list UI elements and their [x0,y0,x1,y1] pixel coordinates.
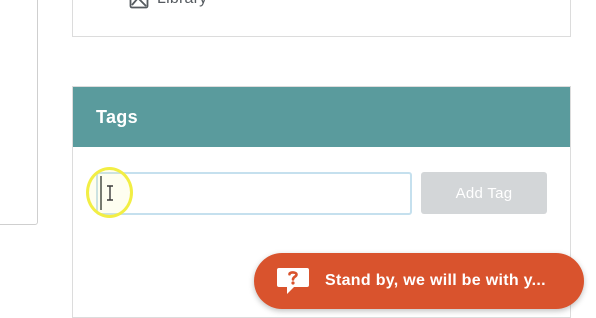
chat-banner[interactable]: Stand by, we will be with y... [254,253,584,309]
tag-input[interactable] [96,172,412,215]
chat-question-icon [277,268,309,294]
library-label: Library [157,0,207,8]
add-tag-button[interactable]: Add Tag [421,172,547,214]
image-icon [129,0,149,9]
left-panel [0,0,38,225]
media-card: Library [72,0,571,37]
tags-title: Tags [96,106,138,127]
library-link[interactable]: Library [129,0,207,9]
ibeam-cursor-icon [107,185,113,201]
tags-header: Tags [73,87,570,147]
chat-message: Stand by, we will be with y... [325,272,546,289]
